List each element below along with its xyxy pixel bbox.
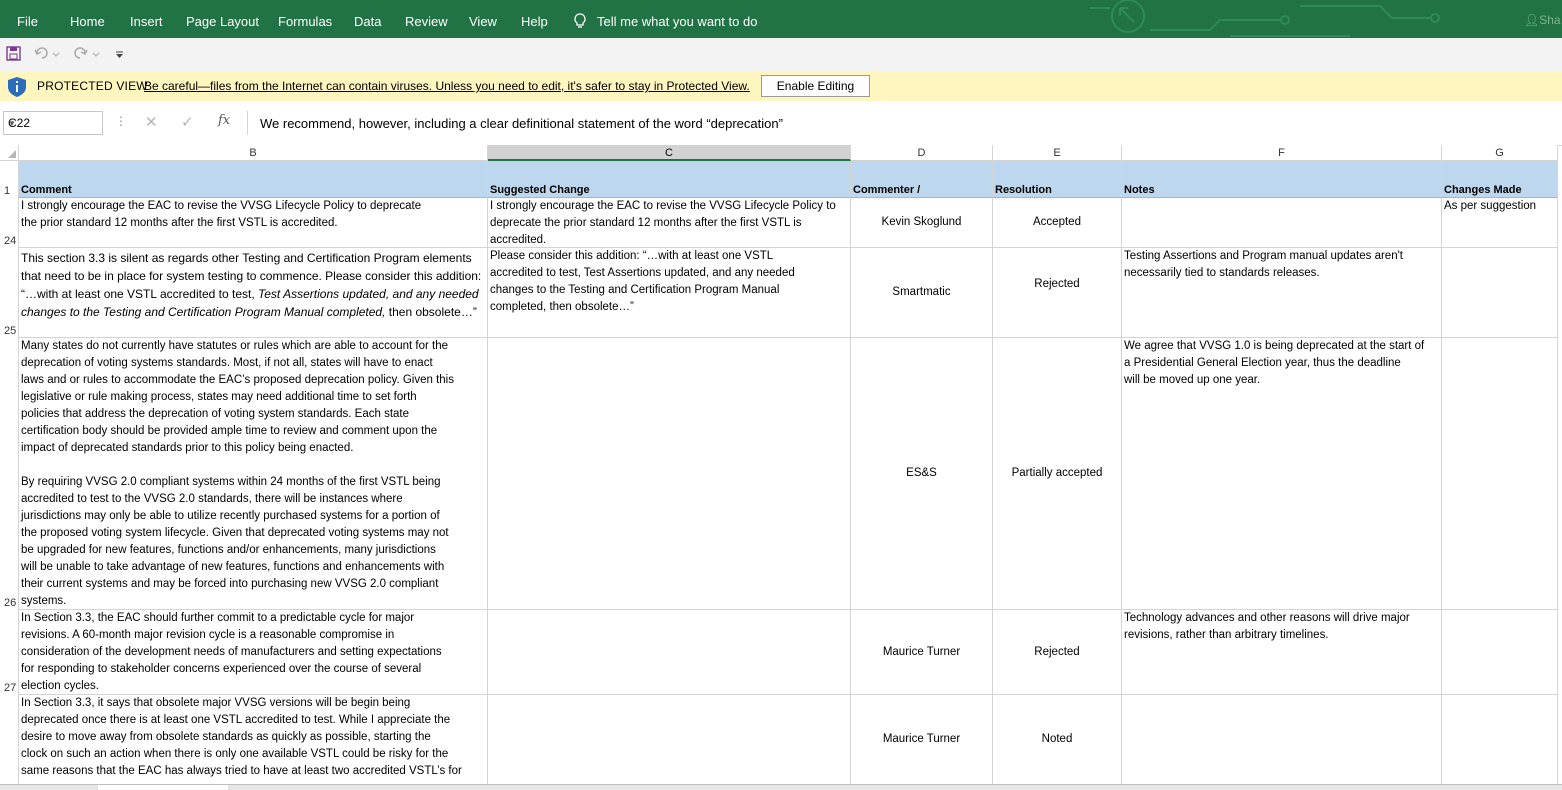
sheet-tab-strip [0, 784, 1562, 790]
resolution-cell[interactable]: Rejected [993, 248, 1122, 338]
formula-text: We recommend, however, including a clear… [260, 116, 783, 131]
person-icon: 👤︎ [1524, 13, 1540, 27]
row-header[interactable] [0, 695, 19, 784]
shield-info-icon [8, 77, 26, 97]
column-header-d[interactable]: D [851, 145, 993, 161]
header-cell-changes-made[interactable]: Changes Made [1442, 161, 1558, 198]
changes-made-cell[interactable] [1442, 338, 1558, 610]
changes-made-cell[interactable] [1442, 248, 1558, 338]
confirm-icon[interactable]: ✓ [181, 113, 194, 131]
notes-cell[interactable] [1122, 198, 1442, 248]
quick-access-toolbar [0, 38, 1562, 71]
notes-cell[interactable]: Technology advances and other reasons wi… [1122, 610, 1442, 695]
tab-formulas[interactable]: Formulas [278, 0, 332, 38]
commenter-cell[interactable]: Maurice Turner [851, 695, 993, 784]
formula-input[interactable]: We recommend, however, including a clear… [247, 111, 1562, 135]
tab-view[interactable]: View [469, 0, 497, 38]
select-all-corner[interactable] [0, 145, 19, 161]
changes-made-cell[interactable]: As per suggestion [1442, 198, 1558, 248]
resolution-cell[interactable]: Accepted [993, 198, 1122, 248]
comment-cell[interactable]: In Section 3.3, the EAC should further c… [19, 610, 488, 695]
comment-cell[interactable]: In Section 3.3, it says that obsolete ma… [19, 695, 488, 784]
tab-file[interactable]: File [17, 0, 38, 38]
tell-me-label: Tell me what you want to do [597, 14, 758, 29]
row-header[interactable]: 1 [0, 161, 19, 198]
protected-view-label: PROTECTED VIEW [37, 79, 148, 93]
circuit-decoration [1090, 0, 1440, 37]
row-header[interactable]: 26 [0, 338, 19, 610]
header-cell-resolution[interactable]: Resolution [993, 161, 1122, 198]
row-header[interactable]: 25 [0, 248, 19, 338]
redo-icon[interactable] [72, 46, 102, 61]
tab-insert[interactable]: Insert [130, 0, 163, 38]
resolution-cell[interactable]: Rejected [993, 610, 1122, 695]
comment-tail-text: then obsolete…” [385, 305, 477, 319]
commenter-cell[interactable]: Maurice Turner [851, 610, 993, 695]
row-header[interactable]: 24 [0, 198, 19, 248]
notes-cell[interactable]: We agree that VVSG 1.0 is being deprecat… [1122, 338, 1442, 610]
header-cell-comment[interactable]: Comment [19, 161, 488, 198]
insert-function-icon[interactable]: fx [218, 113, 230, 128]
sheet-tab[interactable] [98, 785, 228, 790]
tab-page-layout[interactable]: Page Layout [186, 0, 259, 38]
formula-bar: C22 ▼ ⋮ ✕ ✓ fx We recommend, however, in… [0, 101, 1562, 146]
row-header[interactable]: 27 [0, 610, 19, 695]
enable-editing-button[interactable]: Enable Editing [761, 75, 870, 97]
name-box[interactable]: C22 ▼ [3, 111, 103, 135]
tab-data[interactable]: Data [354, 0, 381, 38]
column-header-f[interactable]: F [1122, 145, 1442, 161]
header-cell-notes[interactable]: Notes [1122, 161, 1442, 198]
suggested-change-cell[interactable] [488, 610, 851, 695]
suggested-change-cell[interactable] [488, 338, 851, 610]
comment-cell[interactable]: Many states do not currently have statut… [19, 338, 488, 610]
tell-me-search[interactable]: Tell me what you want to do [573, 0, 757, 38]
protected-view-bar: PROTECTED VIEW Be careful—files from the… [0, 71, 1562, 102]
column-header-e[interactable]: E [993, 145, 1122, 161]
save-icon[interactable] [6, 46, 21, 61]
header-cell-suggested-change[interactable]: Suggested Change [488, 161, 851, 198]
tab-home[interactable]: Home [70, 0, 105, 38]
notes-cell[interactable] [1122, 695, 1442, 784]
customize-toolbar-icon[interactable] [115, 51, 124, 59]
suggested-change-cell[interactable]: Please consider this addition: “…with at… [488, 248, 851, 338]
commenter-cell[interactable]: Smartmatic [851, 248, 993, 338]
tab-help[interactable]: Help [521, 0, 548, 38]
share-label: Sha [1539, 13, 1561, 27]
more-options-icon[interactable]: ⋮ [115, 114, 127, 128]
suggested-change-cell[interactable]: I strongly encourage the EAC to revise t… [488, 198, 851, 248]
suggested-change-cell[interactable] [488, 695, 851, 784]
chevron-down-icon[interactable]: ▼ [8, 119, 98, 128]
comment-cell[interactable]: This section 3.3 is silent as regards ot… [19, 248, 488, 338]
tab-review[interactable]: Review [405, 0, 448, 38]
undo-icon[interactable] [34, 46, 60, 61]
changes-made-cell[interactable] [1442, 695, 1558, 784]
commenter-cell[interactable]: ES&S [851, 338, 993, 610]
resolution-cell[interactable]: Partially accepted [993, 338, 1122, 610]
comment-cell[interactable]: I strongly encourage the EAC to revise t… [19, 198, 488, 248]
changes-made-cell[interactable] [1442, 610, 1558, 695]
commenter-cell[interactable]: Kevin Skoglund [851, 198, 993, 248]
protected-view-message[interactable]: Be careful—files from the Internet can c… [144, 79, 750, 93]
column-header-c[interactable]: C [488, 145, 851, 161]
ribbon: File Home Insert Page Layout Formulas Da… [0, 0, 1562, 38]
cancel-icon[interactable]: ✕ [145, 113, 158, 131]
resolution-cell[interactable]: Noted [993, 695, 1122, 784]
column-header-g[interactable]: G [1442, 145, 1558, 161]
lightbulb-icon [574, 13, 586, 28]
column-header-b[interactable]: B [19, 145, 488, 161]
notes-cell[interactable]: Testing Assertions and Program manual up… [1122, 248, 1442, 338]
header-cell-commenter[interactable]: Commenter / Organization [851, 161, 993, 198]
share-button[interactable]: 👤︎Sha [1524, 13, 1561, 27]
